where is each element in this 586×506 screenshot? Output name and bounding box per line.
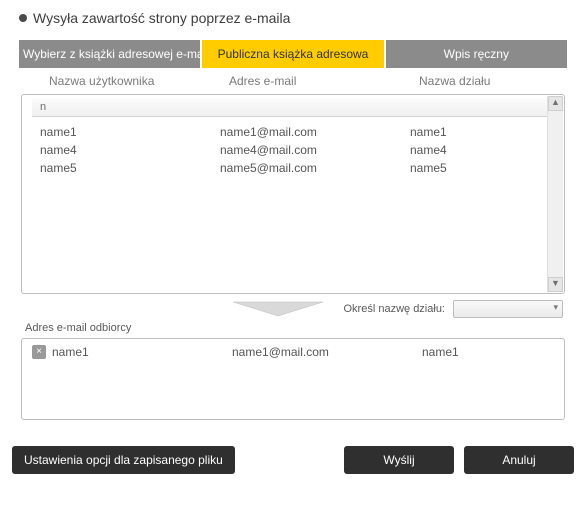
list-item[interactable]: name4 name4@mail.com name4: [32, 141, 554, 159]
dept-filter-select[interactable]: [453, 300, 563, 318]
remove-recipient-icon[interactable]: ×: [32, 345, 46, 359]
tab-email-addressbook[interactable]: Wybierz z książki adresowej e-mail: [19, 40, 200, 68]
saved-file-options-button[interactable]: Ustawienia opcji dla zapisanego pliku: [12, 446, 235, 474]
header-email: Adres e-mail: [229, 74, 419, 88]
address-list: name1 name1@mail.com name1 name4 name4@m…: [22, 117, 564, 187]
cell-name: name4: [40, 143, 220, 157]
tab-public-addressbook[interactable]: Publiczna książka adresowa: [202, 40, 383, 68]
scroll-down-icon[interactable]: ▼: [548, 277, 563, 292]
cell-name: name1: [40, 125, 220, 139]
list-item[interactable]: name5 name5@mail.com name5: [32, 159, 554, 177]
scrollbar-vertical[interactable]: ▲ ▼: [547, 96, 563, 292]
header-username: Nazwa użytkownika: [49, 74, 229, 88]
bottom-bar: Ustawienia opcji dla zapisanego pliku Wy…: [0, 446, 586, 484]
middle-row: Określ nazwę działu:: [23, 300, 563, 318]
cell-dept: name1: [410, 125, 554, 139]
cell-email: name5@mail.com: [220, 161, 410, 175]
add-recipient-arrow-icon: [223, 300, 333, 318]
cell-name: name5: [40, 161, 220, 175]
cancel-button[interactable]: Anuluj: [464, 446, 574, 474]
cell-email: name4@mail.com: [220, 143, 410, 157]
recipients-panel: × name1 name1@mail.com name1: [21, 338, 565, 420]
send-button[interactable]: Wyślij: [344, 446, 454, 474]
search-filter-row[interactable]: n: [32, 99, 554, 117]
recipient-name: name1: [52, 345, 232, 359]
tab-bar: Wybierz z książki adresowej e-mail Publi…: [19, 40, 567, 68]
column-headers: Nazwa użytkownika Adres e-mail Nazwa dzi…: [19, 68, 567, 94]
address-list-panel: n name1 name1@mail.com name1 name4 name4…: [21, 94, 565, 294]
cell-dept: name5: [410, 161, 554, 175]
scroll-up-icon[interactable]: ▲: [548, 96, 563, 111]
tab-manual-entry[interactable]: Wpis ręczny: [386, 40, 567, 68]
dialog-title: Wysyła zawartość strony poprzez e-maila: [33, 10, 290, 26]
dept-filter-label: Określ nazwę działu:: [344, 303, 446, 315]
recipients-label: Adres e-mail odbiorcy: [25, 322, 567, 334]
header-dept: Nazwa działu: [419, 74, 557, 88]
dialog-title-row: Wysyła zawartość strony poprzez e-maila: [19, 10, 567, 26]
list-item[interactable]: name1 name1@mail.com name1: [32, 123, 554, 141]
recipient-email: name1@mail.com: [232, 345, 422, 359]
cell-email: name1@mail.com: [220, 125, 410, 139]
bullet-icon: [19, 14, 27, 22]
recipient-dept: name1: [422, 345, 554, 359]
cell-dept: name4: [410, 143, 554, 157]
recipient-row[interactable]: × name1 name1@mail.com name1: [32, 345, 554, 359]
